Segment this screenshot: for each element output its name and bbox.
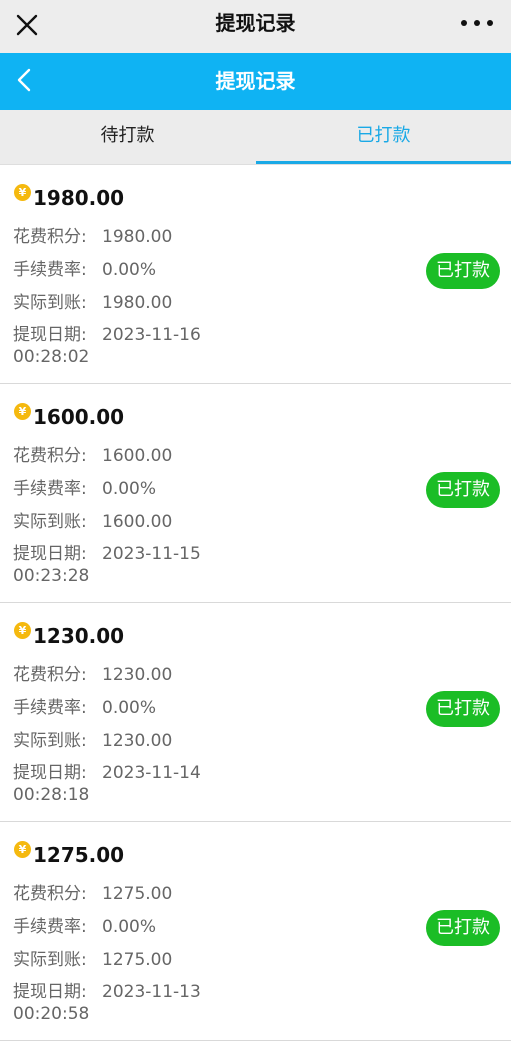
tab-pending[interactable]: 待打款 [0, 110, 255, 164]
fee-rate-label: 手续费率: [13, 260, 87, 280]
fee-rate-label: 手续费率: [13, 698, 87, 718]
wechat-top-bar: 提现记录 [0, 0, 511, 53]
fee-rate-row: 手续费率: 0.00% [13, 912, 156, 937]
date-value: 2023-11-16 [102, 325, 201, 345]
points-label: 花费积分: [13, 446, 87, 466]
actual-row: 实际到账: 1275.00 [13, 945, 172, 970]
amount: 1275.00 [33, 843, 125, 867]
points-label: 花费积分: [13, 227, 87, 247]
date-row: 提现日期: 2023-11-15 [13, 539, 201, 564]
coin-icon: ¥ [14, 403, 31, 420]
date-label: 提现日期: [13, 763, 87, 783]
record-list: ¥ 1980.00 花费积分: 1980.00 手续费率: 0.00% 实际到账: 1… [0, 165, 511, 1041]
fee-rate-label: 手续费率: [13, 917, 87, 937]
points-label: 花费积分: [13, 665, 87, 685]
active-tab-indicator [256, 161, 511, 164]
points-row: 花费积分: 1980.00 [13, 222, 172, 247]
amount: 1600.00 [33, 405, 125, 429]
fee-rate-row: 手续费率: 0.00% [13, 693, 156, 718]
date-label: 提现日期: [13, 544, 87, 564]
date-label: 提现日期: [13, 325, 87, 345]
fee-rate-row: 手续费率: 0.00% [13, 474, 156, 499]
points-row: 花费积分: 1600.00 [13, 441, 172, 466]
actual-label: 实际到账: [13, 512, 87, 532]
fee-rate-value: 0.00% [102, 260, 157, 280]
list-item: ¥ 1230.00 花费积分: 1230.00 手续费率: 0.00% 实际到账: 1… [0, 603, 511, 822]
fee-rate-row: 手续费率: 0.00% [13, 255, 156, 280]
coin-icon: ¥ [14, 622, 31, 639]
actual-value: 1275.00 [102, 950, 173, 970]
wechat-title: 提现记录 [215, 11, 296, 35]
points-row: 花费积分: 1275.00 [13, 879, 172, 904]
more-icon[interactable] [461, 14, 493, 32]
amount: 1230.00 [33, 624, 125, 648]
status-badge[interactable]: 已打款 [426, 472, 500, 508]
list-item: ¥ 1980.00 花费积分: 1980.00 手续费率: 0.00% 实际到账: 1… [0, 165, 511, 384]
tab-bar: 待打款 已打款 [0, 110, 511, 165]
actual-value: 1980.00 [102, 293, 173, 313]
points-value: 1230.00 [102, 665, 173, 685]
time-value: 00:20:58 [13, 1004, 90, 1024]
coin-icon: ¥ [14, 841, 31, 858]
fee-rate-value: 0.00% [102, 479, 157, 499]
status-badge[interactable]: 已打款 [426, 691, 500, 727]
actual-value: 1230.00 [102, 731, 173, 751]
actual-label: 实际到账: [13, 731, 87, 751]
amount: 1980.00 [33, 186, 125, 210]
points-label: 花费积分: [13, 884, 87, 904]
fee-rate-value: 0.00% [102, 698, 157, 718]
page-title: 提现记录 [215, 69, 296, 93]
time-value: 00:28:02 [13, 347, 90, 367]
actual-label: 实际到账: [13, 293, 87, 313]
date-value: 2023-11-15 [102, 544, 201, 564]
actual-row: 实际到账: 1230.00 [13, 726, 172, 751]
actual-row: 实际到账: 1980.00 [13, 288, 172, 313]
time-value: 00:23:28 [13, 566, 90, 586]
actual-label: 实际到账: [13, 950, 87, 970]
date-row: 提现日期: 2023-11-16 [13, 320, 201, 345]
points-row: 花费积分: 1230.00 [13, 660, 172, 685]
list-item: ¥ 1275.00 花费积分: 1275.00 手续费率: 0.00% 实际到账: 1… [0, 822, 511, 1041]
actual-row: 实际到账: 1600.00 [13, 507, 172, 532]
status-badge[interactable]: 已打款 [426, 253, 500, 289]
points-value: 1600.00 [102, 446, 173, 466]
date-label: 提现日期: [13, 982, 87, 1002]
fee-rate-value: 0.00% [102, 917, 157, 937]
fee-rate-label: 手续费率: [13, 479, 87, 499]
actual-value: 1600.00 [102, 512, 173, 532]
date-row: 提现日期: 2023-11-13 [13, 977, 201, 1002]
points-value: 1275.00 [102, 884, 173, 904]
list-item: ¥ 1600.00 花费积分: 1600.00 手续费率: 0.00% 实际到账: 1… [0, 384, 511, 603]
status-badge[interactable]: 已打款 [426, 910, 500, 946]
app-header: 提现记录 [0, 53, 511, 110]
tab-paid[interactable]: 已打款 [256, 110, 511, 164]
points-value: 1980.00 [102, 227, 173, 247]
date-row: 提现日期: 2023-11-14 [13, 758, 201, 783]
date-value: 2023-11-14 [102, 763, 201, 783]
coin-icon: ¥ [14, 184, 31, 201]
time-value: 00:28:18 [13, 785, 90, 805]
date-value: 2023-11-13 [102, 982, 201, 1002]
